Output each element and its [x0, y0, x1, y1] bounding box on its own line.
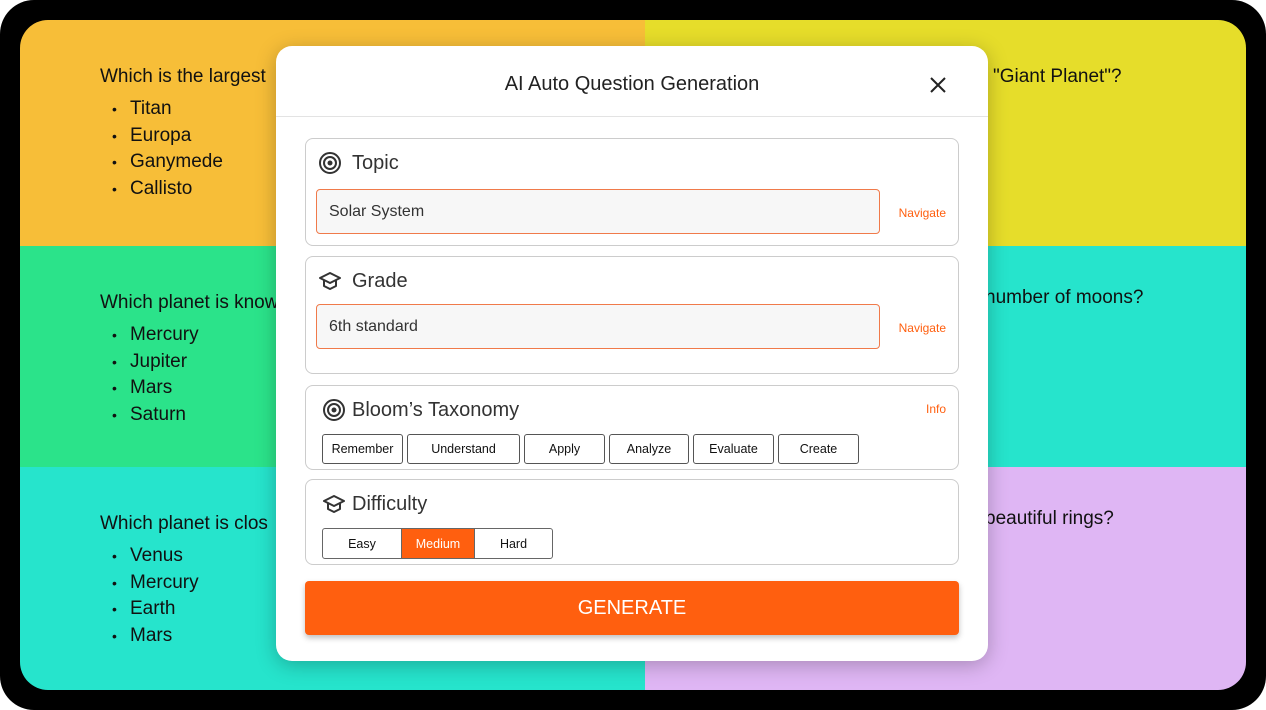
- question-text: "Giant Planet"?: [993, 66, 1122, 87]
- modal-header: AI Auto Question Generation: [276, 46, 988, 117]
- difficulty-medium-button[interactable]: Medium: [401, 529, 474, 558]
- grade-card: Grade 6th standard Navigate: [305, 256, 959, 374]
- bloom-info-link[interactable]: Info: [926, 402, 946, 416]
- bloom-evaluate-button[interactable]: Evaluate: [693, 434, 774, 464]
- bloom-card: Bloom’s Taxonomy Info Remember Understan…: [305, 385, 959, 470]
- topic-card: Topic Solar System Navigate: [305, 138, 959, 246]
- grade-label: Grade: [352, 269, 408, 292]
- difficulty-label: Difficulty: [352, 492, 428, 515]
- difficulty-hard-button[interactable]: Hard: [474, 529, 552, 558]
- bloom-create-button[interactable]: Create: [778, 434, 859, 464]
- close-icon[interactable]: [928, 75, 948, 95]
- grade-input[interactable]: 6th standard: [316, 304, 880, 349]
- question-text: number of moons?: [985, 287, 1144, 308]
- target-icon: [319, 152, 341, 174]
- generate-button[interactable]: GENERATE: [305, 581, 959, 635]
- difficulty-card: Difficulty Easy Medium Hard: [305, 479, 959, 565]
- grade-navigate-link[interactable]: Navigate: [899, 321, 946, 335]
- difficulty-easy-button[interactable]: Easy: [323, 529, 401, 558]
- bloom-label: Bloom’s Taxonomy: [352, 398, 520, 421]
- target-icon: [323, 399, 345, 421]
- bloom-understand-button[interactable]: Understand: [407, 434, 520, 464]
- ai-question-modal: AI Auto Question Generation Topic Solar …: [276, 46, 988, 661]
- topic-label: Topic: [352, 151, 399, 174]
- question-text: beautiful rings?: [985, 508, 1114, 529]
- bloom-apply-button[interactable]: Apply: [524, 434, 605, 464]
- difficulty-selector: Easy Medium Hard: [322, 528, 553, 559]
- graduation-cap-icon: [323, 495, 345, 513]
- graduation-cap-icon: [319, 272, 341, 290]
- topic-input[interactable]: Solar System: [316, 189, 880, 234]
- topic-navigate-link[interactable]: Navigate: [899, 206, 946, 220]
- modal-title: AI Auto Question Generation: [504, 73, 760, 95]
- bloom-remember-button[interactable]: Remember: [322, 434, 403, 464]
- bloom-analyze-button[interactable]: Analyze: [609, 434, 689, 464]
